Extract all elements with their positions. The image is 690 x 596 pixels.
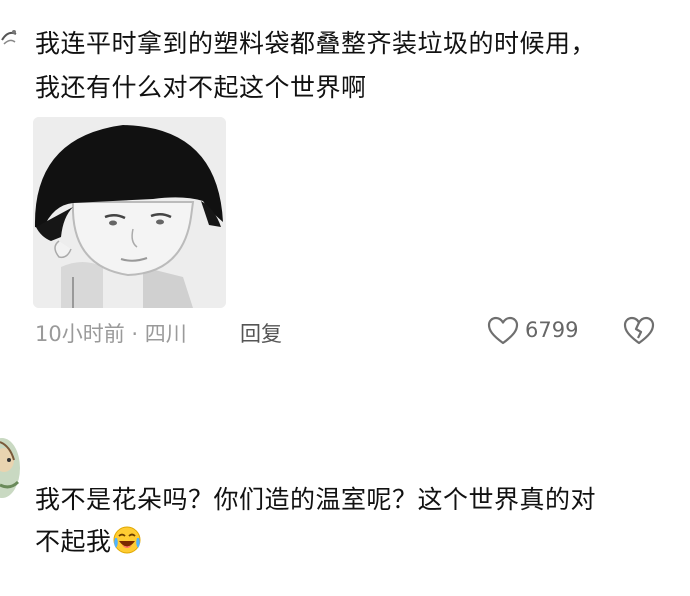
comment-text-line: 不起我 <box>35 520 141 563</box>
avatar[interactable] <box>0 26 18 52</box>
comment-meta-row: 10小时前 · 四川 回复 6799 <box>35 314 665 350</box>
comment-text-line: 我不是花朵吗？你们造的温室呢？这个世界真的对 <box>35 485 597 514</box>
timestamp-location: 10小时前 · 四川 <box>35 322 187 346</box>
laughing-crying-emoji-icon <box>113 524 141 554</box>
broken-heart-icon[interactable] <box>623 316 655 346</box>
avatar[interactable] <box>0 430 20 500</box>
like-count: 6799 <box>525 318 579 342</box>
comment-text-segment: 不起我 <box>35 527 112 556</box>
sticker-image[interactable] <box>33 117 226 308</box>
comment-text-line: 我连平时拿到的塑料袋都叠整齐装垃圾的时候用， <box>35 29 597 58</box>
comment-text-line: 我还有什么对不起这个世界啊 <box>35 73 367 102</box>
reply-button[interactable]: 回复 <box>240 318 282 348</box>
heart-outline-icon[interactable] <box>487 316 519 346</box>
